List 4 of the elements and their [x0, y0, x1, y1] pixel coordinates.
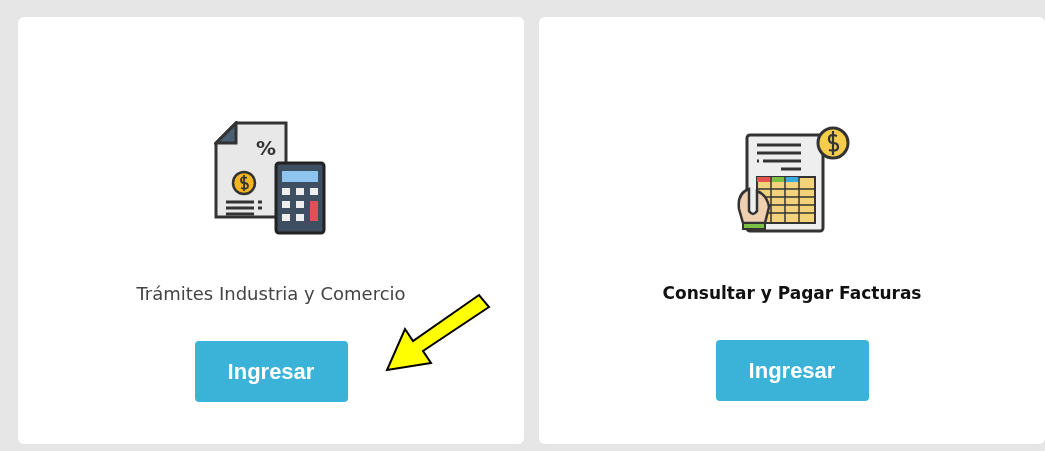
enter-button[interactable]: Ingresar — [715, 340, 869, 401]
enter-button[interactable]: Ingresar — [194, 341, 348, 402]
card-title: Trámites Industria y Comercio — [136, 283, 406, 304]
card-title: Consultar y Pagar Facturas — [662, 283, 922, 303]
